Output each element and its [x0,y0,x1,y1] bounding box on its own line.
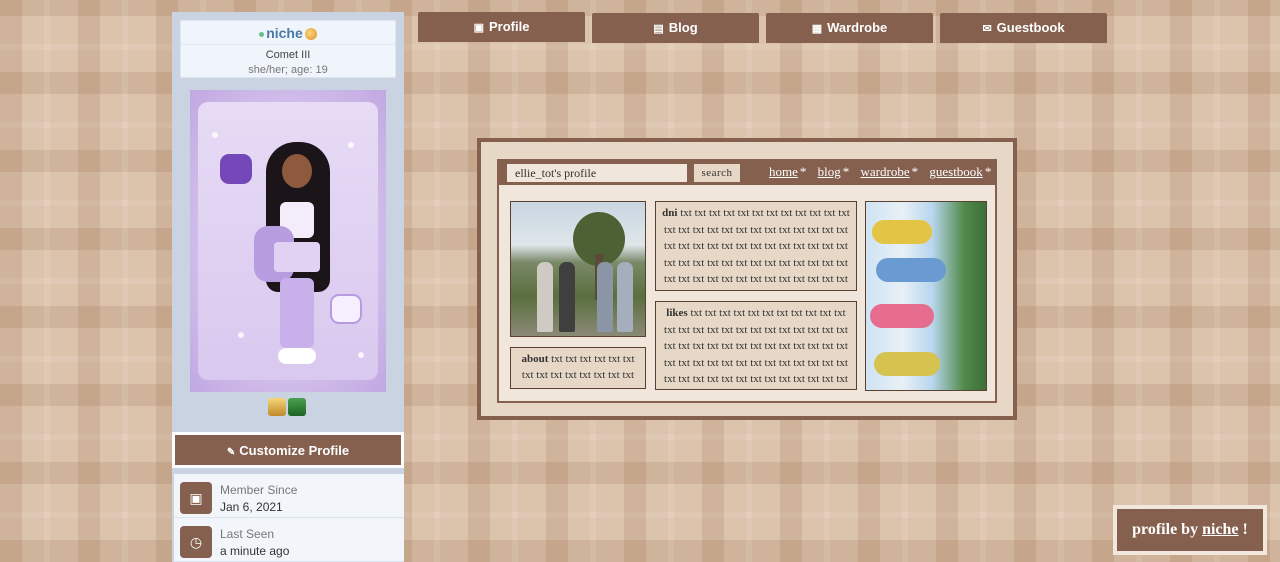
about-box: about txt txt txt txt txt txt txt txt tx… [510,347,646,389]
profile-credit-badge: profile by niche ! [1113,505,1267,555]
photo-person [537,262,553,332]
tab-label: Blog [668,20,698,35]
nav-link-home[interactable]: home [769,164,798,179]
brush-icon: ✎ [226,446,236,458]
credit-prefix: profile by [1132,521,1199,538]
tab-label: Wardrobe [827,20,888,35]
dni-title: dni [662,207,678,219]
comet-badge-icon [304,28,317,41]
photo-person [597,262,613,332]
photo-person [870,304,934,328]
avatar [198,102,378,380]
likes-title: likes [666,307,688,319]
profile-sidebar: niche Comet III she/her; age: 19 ✎ Custom… [172,12,404,562]
profile-layout-inner: search home* blog* wardrobe* guestbook* … [497,159,997,403]
tab-label: Guestbook [996,20,1065,35]
nav-separator: * [842,164,850,179]
customize-label: Customize Profile [239,442,350,458]
profile-layout-widget: search home* blog* wardrobe* guestbook* … [477,138,1017,420]
tab-label: Profile [488,19,530,34]
nav-separator: * [799,164,807,179]
about-title: about [521,353,549,365]
online-status-icon [259,31,265,37]
sparkle [212,132,218,138]
cat-sticker-icon [220,154,252,184]
photo-person [872,220,932,244]
last-seen-value: a minute ago [220,544,290,558]
dni-text: txt txt txt txt txt txt txt txt txt txt … [664,207,850,286]
tab-blog[interactable]: ▤ Blog [592,13,759,43]
cat-sticker-icon [330,294,362,324]
group-photo-leis [865,201,987,391]
avatar-shoes [278,348,316,364]
widget-nav: home * blog * wardrobe * guestbook * [769,164,999,180]
credit-suffix: ! [1242,521,1248,538]
message-icon: ✉ [982,23,992,35]
photo-person [874,352,940,376]
search-button[interactable]: search [694,164,740,182]
calendar-icon: ▣ [180,482,212,514]
avatar-face [282,154,312,188]
id-card-icon: ▣ [473,22,484,34]
member-since-label: Member Since [220,483,298,497]
frog-badge-icon[interactable] [288,398,306,416]
photo-person [559,262,575,332]
dni-box: dni txt txt txt txt txt txt txt txt txt … [655,201,857,291]
nav-link-guestbook[interactable]: guestbook [929,164,982,179]
member-since-row: ▣ Member Since Jan 6, 2021 [174,474,404,518]
newspaper-icon: ▤ [653,23,664,35]
likes-box: likes txt txt txt txt txt txt txt txt tx… [655,301,857,390]
group-photo-park [510,201,646,337]
photo-person [876,258,946,282]
sparkle [238,332,244,338]
user-pronouns: she/her; age: 19 [248,64,328,76]
member-info-card: ▣ Member Since Jan 6, 2021 ◷ Last Seen a… [174,474,404,562]
lantern-badge-icon[interactable] [268,398,286,416]
customize-profile-button[interactable]: ✎ Customize Profile [175,435,401,465]
grid-icon: ▦ [811,23,823,35]
likes-text: txt txt txt txt txt txt txt txt txt txt … [664,307,848,386]
username-row: niche [181,21,395,45]
name-card: niche Comet III she/her; age: 19 [180,20,396,78]
nav-separator: * [984,164,992,179]
widget-topbar: search home* blog* wardrobe* guestbook* [499,161,995,185]
search-input[interactable] [507,164,687,182]
tab-profile[interactable]: ▣ Profile [418,12,585,42]
sparkle [358,352,364,358]
nav-link-wardrobe[interactable]: wardrobe [861,164,910,179]
achievement-badges [268,398,310,420]
photo-person [617,262,633,332]
tab-guestbook[interactable]: ✉ Guestbook [940,13,1107,43]
avatar-frame [190,90,386,392]
last-seen-label: Last Seen [220,527,275,541]
username[interactable]: niche [266,25,303,41]
avatar-legs [280,278,314,348]
member-since-value: Jan 6, 2021 [220,500,283,514]
customize-wrapper: ✎ Customize Profile [172,432,404,468]
tab-wardrobe[interactable]: ▦ Wardrobe [766,13,933,43]
credit-link[interactable]: niche [1202,521,1238,538]
avatar-skirt [274,242,320,272]
nav-link-blog[interactable]: blog [818,164,841,179]
last-seen-row: ◷ Last Seen a minute ago [174,518,404,562]
calendar-clock-icon: ◷ [180,526,212,558]
user-title: Comet III [265,49,311,61]
nav-separator: * [911,164,919,179]
sparkle [348,142,354,148]
